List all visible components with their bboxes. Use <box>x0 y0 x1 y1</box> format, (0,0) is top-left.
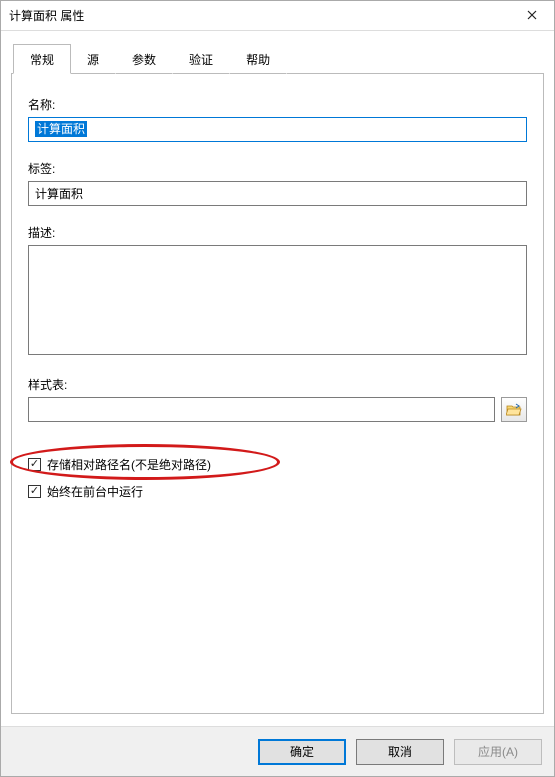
tab-strip: 常规 源 参数 验证 帮助 <box>11 43 544 74</box>
tab-body-general: 名称: 计算面积 标签: 描述: 样式表: <box>11 74 544 714</box>
close-icon <box>527 9 537 23</box>
tab-general[interactable]: 常规 <box>13 44 71 74</box>
tag-label: 标签: <box>28 160 527 177</box>
dialog-footer: 确定 取消 应用(A) <box>1 726 554 776</box>
relative-path-label: 存储相对路径名(不是绝对路径) <box>47 456 211 473</box>
stylesheet-label: 样式表: <box>28 376 527 393</box>
foreground-label: 始终在前台中运行 <box>47 483 143 500</box>
name-input[interactable]: 计算面积 <box>28 117 527 142</box>
folder-open-icon <box>506 403 522 417</box>
desc-textarea[interactable] <box>28 245 527 355</box>
tab-help[interactable]: 帮助 <box>229 44 287 74</box>
browse-stylesheet-button[interactable] <box>501 397 527 422</box>
tab-params[interactable]: 参数 <box>115 44 173 74</box>
apply-button[interactable]: 应用(A) <box>454 739 542 765</box>
dialog-content: 常规 源 参数 验证 帮助 名称: 计算面积 标签: 描述: 样式表: <box>1 31 554 726</box>
name-label: 名称: <box>28 96 527 113</box>
cancel-button[interactable]: 取消 <box>356 739 444 765</box>
ok-button[interactable]: 确定 <box>258 739 346 765</box>
stylesheet-input[interactable] <box>28 397 495 422</box>
foreground-checkbox-row: 始终在前台中运行 <box>28 483 527 500</box>
tab-validate[interactable]: 验证 <box>172 44 230 74</box>
close-button[interactable] <box>509 1 554 31</box>
foreground-checkbox[interactable] <box>28 485 41 498</box>
tab-source[interactable]: 源 <box>70 44 116 74</box>
name-input-value: 计算面积 <box>35 121 87 137</box>
desc-label: 描述: <box>28 224 527 241</box>
relative-path-checkbox-row: 存储相对路径名(不是绝对路径) <box>28 456 527 473</box>
title-bar: 计算面积 属性 <box>1 1 554 31</box>
tag-input[interactable] <box>28 181 527 206</box>
window-title: 计算面积 属性 <box>9 7 84 24</box>
relative-path-checkbox[interactable] <box>28 458 41 471</box>
stylesheet-row <box>28 397 527 422</box>
dialog-window: 计算面积 属性 常规 源 参数 验证 帮助 名称: 计算面积 标签: 描述: <box>0 0 555 777</box>
